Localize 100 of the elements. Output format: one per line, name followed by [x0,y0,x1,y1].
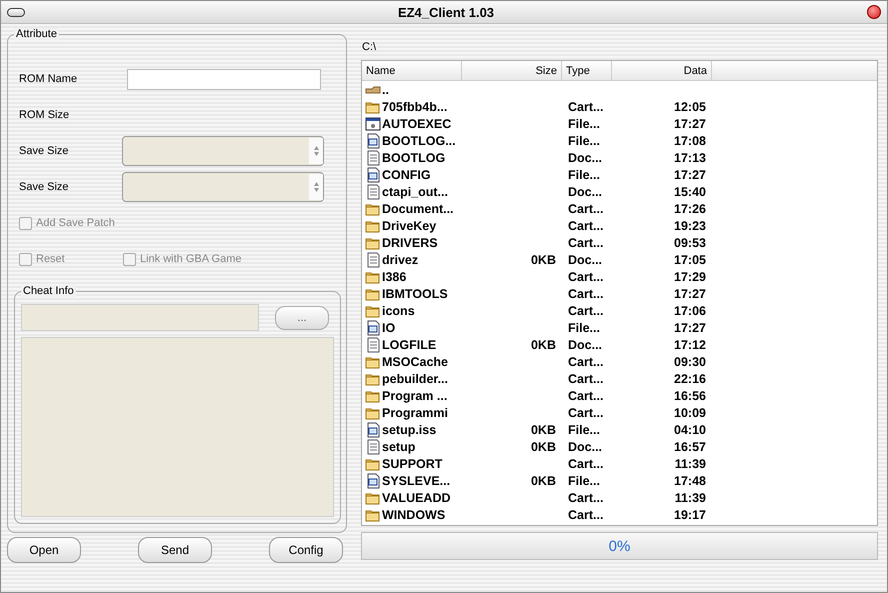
system-file-icon [365,422,381,438]
file-name[interactable]: IBMTOOLS [382,286,448,300]
file-time: 22:16 [674,372,706,386]
file-name[interactable]: icons [382,304,415,318]
file-time: 17:12 [674,338,706,352]
file-time: 11:39 [674,490,706,504]
file-size: 0KB [530,422,556,436]
file-name[interactable]: MSOCache [382,354,448,368]
column-header[interactable]: Size [462,61,562,80]
file-name[interactable]: pebuilder... [382,372,448,386]
file-name[interactable]: LOGFILE [382,338,436,352]
rom-name-field[interactable] [127,68,321,90]
file-name[interactable]: .. [382,82,389,96]
file-time: 11:39 [674,456,706,470]
file-time: 17:29 [674,270,706,284]
file-time: 16:56 [674,388,706,402]
column-header[interactable]: Data [612,61,712,80]
progress-percent: 0% [608,538,630,554]
file-name[interactable]: DRIVERS [382,236,438,250]
file-time: 17:05 [674,252,706,266]
file-type: File... [568,134,600,148]
file-type: Doc... [568,150,602,164]
file-name[interactable]: SUPPORT [382,456,442,470]
file-type: Cart... [568,286,604,300]
file-type: Cart... [568,490,604,504]
file-time: 17:06 [674,304,706,318]
file-time: 15:40 [674,184,706,198]
file-time: 17:13 [674,150,706,164]
notepad-icon [365,184,381,200]
file-name[interactable]: setup [382,440,416,454]
file-type: Doc... [568,338,602,352]
file-time: 16:57 [674,440,706,454]
file-time: 19:17 [674,508,706,522]
file-name[interactable]: CONFIG [382,168,431,182]
file-type: Cart... [568,270,604,284]
window-menu-button[interactable] [7,8,25,16]
file-time: 17:27 [674,168,706,182]
file-type: Doc... [568,252,602,266]
system-file-icon [365,132,381,148]
file-size: 0KB [530,440,556,454]
file-type: Cart... [568,100,604,114]
file-name[interactable]: Programmi [382,406,448,420]
file-name[interactable]: DriveKey [382,218,436,232]
cheat-file-field[interactable] [21,304,259,331]
file-time: 17:26 [674,202,706,216]
file-time: 10:09 [674,406,706,420]
action-button[interactable]: Open [7,537,81,563]
file-name[interactable]: BOOTLOG... [382,134,456,148]
file-type: Cart... [568,304,604,318]
file-type: Cart... [568,218,604,232]
action-button[interactable]: Config [269,537,343,563]
file-time: 12:05 [674,100,706,114]
file-type: File... [568,474,600,488]
file-name[interactable]: drivez [382,252,418,266]
file-time: 17:08 [674,134,706,148]
file-name[interactable]: Document... [382,202,454,216]
file-name[interactable]: setup.iss [382,422,436,436]
file-list[interactable] [361,60,878,526]
file-size: 0KB [530,252,556,266]
file-size: 0KB [530,474,556,488]
file-name[interactable]: IO [382,320,396,334]
action-button[interactable]: Send [138,537,212,563]
file-time: 17:27 [674,320,706,334]
system-file-icon [365,166,381,182]
file-type: File... [568,320,600,334]
file-time: 09:53 [674,236,706,250]
file-name[interactable]: I386 [382,270,406,284]
file-name[interactable]: WINDOWS [382,508,446,522]
close-button[interactable] [867,5,881,19]
file-type: Cart... [568,456,604,470]
field-label: ROM Size [19,109,70,121]
browse-button[interactable]: ... [275,306,329,330]
group-title: Cheat Info [21,285,76,297]
file-type: Cart... [568,388,604,402]
file-name[interactable]: BOOTLOG [382,150,446,164]
field-label: Save Size [19,181,70,193]
window-title: EZ4_Client 1.03 [396,4,496,20]
file-name[interactable]: Program ... [382,388,448,402]
file-type: File... [568,168,600,182]
file-name[interactable]: 705fbb4b... [382,100,448,114]
system-file-icon [365,472,381,488]
file-name[interactable]: SYSLEVE... [382,474,450,488]
notepad-icon [365,252,381,268]
file-type: Doc... [568,440,602,454]
column-header[interactable]: Type [562,61,612,80]
group-title: Attribute [14,28,59,40]
file-size: 0KB [530,338,556,352]
file-name[interactable]: AUTOEXEC [382,116,452,130]
file-name[interactable]: ctapi_out... [382,184,448,198]
spinner-arrows-icon [312,145,320,157]
column-header[interactable]: Name [362,61,462,80]
file-name[interactable]: VALUEADD [382,490,451,504]
spinner-arrows-icon [312,181,320,193]
program-icon [365,116,381,132]
notepad-icon [365,150,381,166]
file-type: File... [568,422,600,436]
file-time: 17:48 [674,474,706,488]
field-label: ROM Name [19,73,78,85]
file-time: 04:10 [674,422,706,436]
notepad-icon [365,336,381,352]
